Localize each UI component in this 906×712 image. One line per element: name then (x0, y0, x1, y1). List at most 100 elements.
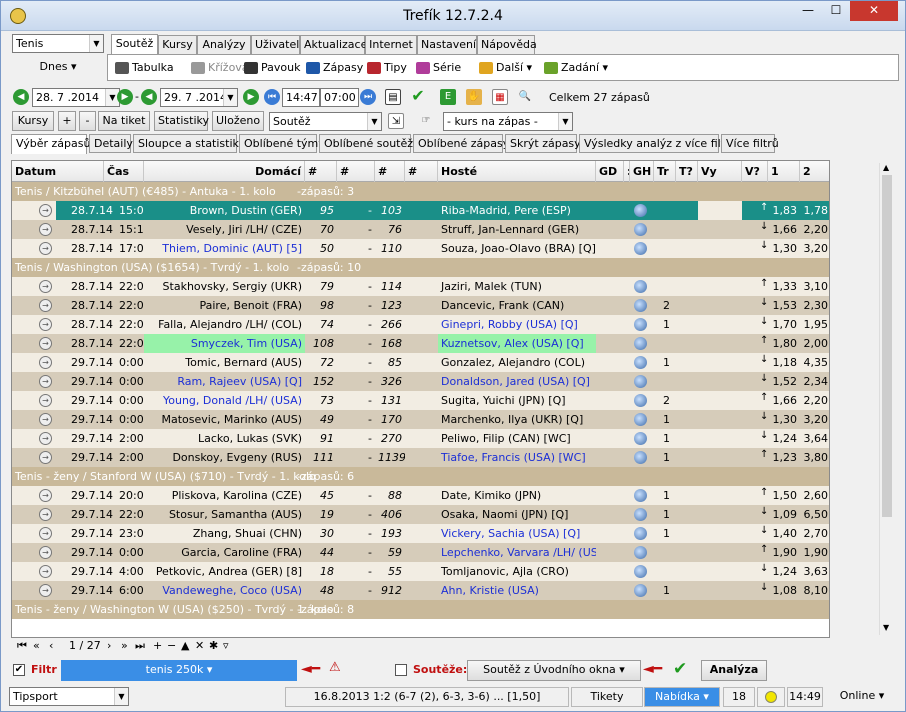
table-row[interactable]: → 28.7.14 22:00 Falla, Alejandro /LH/ (COL)… (12, 315, 829, 334)
date-to-field[interactable]: 29. 7 .2014 ▼ (160, 88, 238, 107)
vertical-scrollbar[interactable]: ▲ ▼ (879, 163, 893, 635)
scroll-down-icon[interactable]: ▼ (883, 623, 889, 632)
filter-tab-5[interactable]: Oblíbené zápasy (413, 134, 509, 153)
globe-icon[interactable] (634, 204, 647, 217)
globe-icon[interactable] (634, 356, 647, 369)
last-page-icon[interactable]: ⏭ (135, 638, 145, 654)
column-header-14[interactable]: V? (742, 161, 768, 182)
row-arrow-icon[interactable]: → (39, 337, 52, 350)
maximize-button[interactable]: ☐ (822, 1, 850, 21)
cancel-icon[interactable]: ✕ (195, 638, 204, 654)
row-arrow-icon[interactable]: → (39, 527, 52, 540)
day-selector-button[interactable]: Dnes ▾ (12, 58, 104, 78)
column-header-4[interactable]: # (337, 161, 375, 182)
row-arrow-icon[interactable]: → (39, 489, 52, 502)
table-row[interactable]: → 29.7.14 4:00 Petkovic, Andrea (GER) [8] 18… (12, 562, 829, 581)
filter-value-button[interactable]: tenis 250k ▾ (61, 660, 297, 681)
next-fast-icon[interactable]: » (121, 638, 128, 654)
tab-menu-5[interactable]: Internet (365, 35, 417, 54)
table-row[interactable]: → 29.7.14 6:00 Vandeweghe, Coco (USA) 48 -912… (12, 581, 829, 600)
next-date-to-icon[interactable]: ▶ (243, 89, 259, 105)
time-to-reset-icon[interactable]: ⏭ (360, 89, 376, 105)
column-header-5[interactable]: # (375, 161, 405, 182)
tool-1[interactable]: Křížová (191, 59, 249, 77)
person-warning-icon[interactable]: ⚠ (329, 660, 347, 680)
globe-icon[interactable] (634, 432, 647, 445)
globe-icon[interactable] (634, 451, 647, 464)
time-from-field[interactable]: 14:47 (282, 88, 320, 107)
prev-fast-icon[interactable]: « (33, 638, 40, 654)
column-header-8[interactable]: GD (596, 161, 624, 182)
globe-icon[interactable] (634, 280, 647, 293)
report-icon[interactable]: ▦ (492, 89, 508, 105)
calendar-icon[interactable]: ▤ (385, 89, 401, 105)
filter-tab-1[interactable]: Detaily (89, 134, 133, 153)
tab-menu-0[interactable]: Soutěž (111, 34, 158, 54)
filter-tab-6[interactable]: Skrýt zápasy (505, 134, 581, 153)
column-header-12[interactable]: T? (676, 161, 698, 182)
column-header-10[interactable]: GH (630, 161, 654, 182)
apply-check-icon[interactable]: ✔ (673, 659, 687, 679)
scroll-up-icon[interactable]: ▲ (883, 163, 889, 172)
tool-4[interactable]: Tipy (367, 59, 407, 77)
globe-icon[interactable] (634, 565, 647, 578)
globe-icon[interactable] (634, 375, 647, 388)
excel-icon[interactable]: E (440, 89, 456, 105)
time-from-reset-icon[interactable]: ⏮ (264, 89, 280, 105)
table-row[interactable]: → 29.7.14 2:00 Lacko, Lukas (SVK) 91 -270 Peli… (12, 429, 829, 448)
row-arrow-icon[interactable]: → (39, 242, 52, 255)
refresh-icon[interactable]: ✱ (209, 638, 218, 654)
table-row[interactable]: → 28.7.14 22:00 Paire, Benoit (FRA) 98 -123 Da… (12, 296, 829, 315)
add-record-icon[interactable]: + (153, 638, 162, 654)
group-header[interactable]: Tenis / Washington (USA) ($1654) - Tvrdý… (12, 258, 829, 277)
table-row[interactable]: → 28.7.1415:00Brown, Dustin (GER)95-103 Ri… (12, 201, 829, 220)
filter-checkbox[interactable]: ✔ (13, 664, 25, 676)
tab-menu-6[interactable]: Nastavení (417, 35, 477, 54)
column-header-2[interactable]: Domácí (144, 161, 305, 182)
tool-0[interactable]: Tabulka (115, 59, 174, 77)
globe-icon[interactable] (634, 508, 647, 521)
table-row[interactable]: → 28.7.14 22:00Smyczek, Tim (USA) 108 -168 Ku… (12, 334, 829, 353)
column-header-0[interactable]: Datum (12, 161, 104, 182)
time-to-field[interactable]: 07:00 (320, 88, 359, 107)
tab-menu-4[interactable]: Aktualizace (300, 35, 367, 54)
globe-icon[interactable] (634, 394, 647, 407)
row-arrow-icon[interactable]: → (39, 280, 52, 293)
filter-tab-7[interactable]: Výsledky analýz z více filtrů (579, 134, 737, 153)
post-icon[interactable]: ▲ (181, 638, 189, 654)
row-arrow-icon[interactable]: → (39, 394, 52, 407)
next-page-icon[interactable]: › (107, 638, 111, 654)
column-header-11[interactable]: Tr (654, 161, 676, 182)
table-row[interactable]: → 28.7.14 17:00 Thiem, Dominic (AUT) [5] 50 -… (12, 239, 829, 258)
row-arrow-icon[interactable]: → (39, 299, 52, 312)
tab-menu-7[interactable]: Nápověda (477, 35, 537, 54)
nabidka-button[interactable]: Nabídka ▾ (644, 687, 720, 707)
row-arrow-icon[interactable]: → (39, 451, 52, 464)
globe-icon[interactable] (634, 242, 647, 255)
soutez-checkbox[interactable] (395, 664, 407, 676)
date-from-field[interactable]: 28. 7 .2014 ▼ (32, 88, 120, 107)
odds-combo[interactable]: - kurs na zápas - ▼ (443, 112, 573, 131)
online-button[interactable]: Online ▾ (825, 687, 899, 707)
tool-3[interactable]: Zápasy (306, 59, 363, 77)
column-header-6[interactable]: # (405, 161, 438, 182)
analyza-button[interactable]: Analýza (701, 660, 767, 681)
column-header-13[interactable]: Vy (698, 161, 742, 182)
group-header[interactable]: Tenis - ženy / Washington W (USA) ($250)… (12, 600, 829, 619)
tool-7[interactable]: Zadání ▾ (544, 59, 608, 77)
prev-date-to-icon[interactable]: ◀ (141, 89, 157, 105)
globe-icon[interactable] (634, 546, 647, 559)
prev-date-from-icon[interactable]: ◀ (13, 89, 29, 105)
first-page-icon[interactable]: ⏮ (17, 638, 27, 654)
column-header-16[interactable]: 2 (800, 161, 829, 182)
table-row[interactable]: → 28.7.14 15:10 Vesely, Jiri /LH/ (CZE) 70 - 7… (12, 220, 829, 239)
filter-tab-2[interactable]: Sloupce a statistiky (133, 134, 245, 153)
toolbar-button-0[interactable]: Kursy (12, 111, 54, 131)
toolbar-button-4[interactable]: Statistiky (154, 111, 209, 131)
toolbar-button-1[interactable]: + (58, 111, 76, 131)
row-arrow-icon[interactable]: → (39, 546, 52, 559)
tool-2[interactable]: Pavouk (244, 59, 300, 77)
row-arrow-icon[interactable]: → (39, 432, 52, 445)
row-arrow-icon[interactable]: → (39, 413, 52, 426)
confirm-check-icon[interactable]: ✔ (410, 88, 426, 104)
